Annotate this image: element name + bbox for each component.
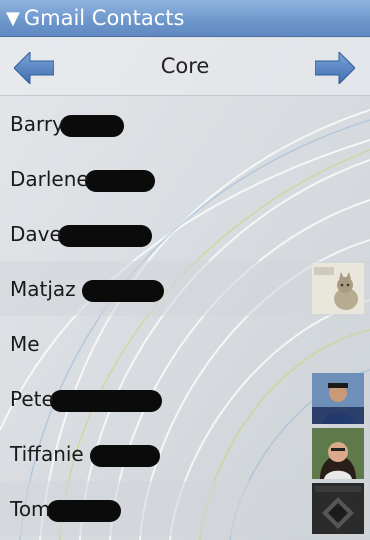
collapse-triangle-icon[interactable]: ▼	[6, 0, 20, 37]
redaction-bar	[59, 114, 124, 137]
redaction-bar	[89, 444, 160, 467]
contact-row[interactable]: Tiffanie	[0, 426, 370, 481]
contact-name: Matjaz	[10, 276, 76, 301]
contact-row[interactable]: Darlene	[0, 151, 370, 206]
contact-photo	[312, 483, 364, 534]
redaction-bar	[81, 279, 164, 302]
contact-name: Tom	[10, 496, 51, 521]
contact-photo	[312, 428, 364, 479]
group-navigation-bar: Core	[0, 38, 370, 96]
contact-name: Pete	[10, 386, 54, 411]
contact-name: Darlene	[10, 166, 89, 191]
contact-name: Me	[10, 331, 40, 356]
window-titlebar[interactable]: ▼ Gmail Contacts	[0, 0, 370, 37]
right-arrow-icon[interactable]	[315, 52, 355, 84]
contact-row[interactable]: Barry	[0, 96, 370, 151]
contact-photo	[312, 263, 364, 314]
contact-photo	[312, 373, 364, 424]
redaction-bar	[84, 169, 155, 192]
redaction-bar	[49, 389, 162, 412]
contact-row[interactable]: Dave	[0, 206, 370, 261]
contact-name: Tiffanie	[10, 441, 84, 466]
contact-row[interactable]: Tom	[0, 481, 370, 536]
contact-name: Dave	[10, 221, 62, 246]
contact-name: Barry	[10, 111, 64, 136]
redaction-bar	[57, 224, 152, 247]
contact-row[interactable]: Pete	[0, 371, 370, 426]
contact-row[interactable]: Me	[0, 316, 370, 371]
contact-list: Barry Darlene Dave Matjaz Me Pete Tiffan…	[0, 96, 370, 536]
contact-row[interactable]: Matjaz	[0, 261, 370, 316]
window-title: Gmail Contacts	[23, 5, 185, 30]
redaction-bar	[46, 499, 121, 522]
